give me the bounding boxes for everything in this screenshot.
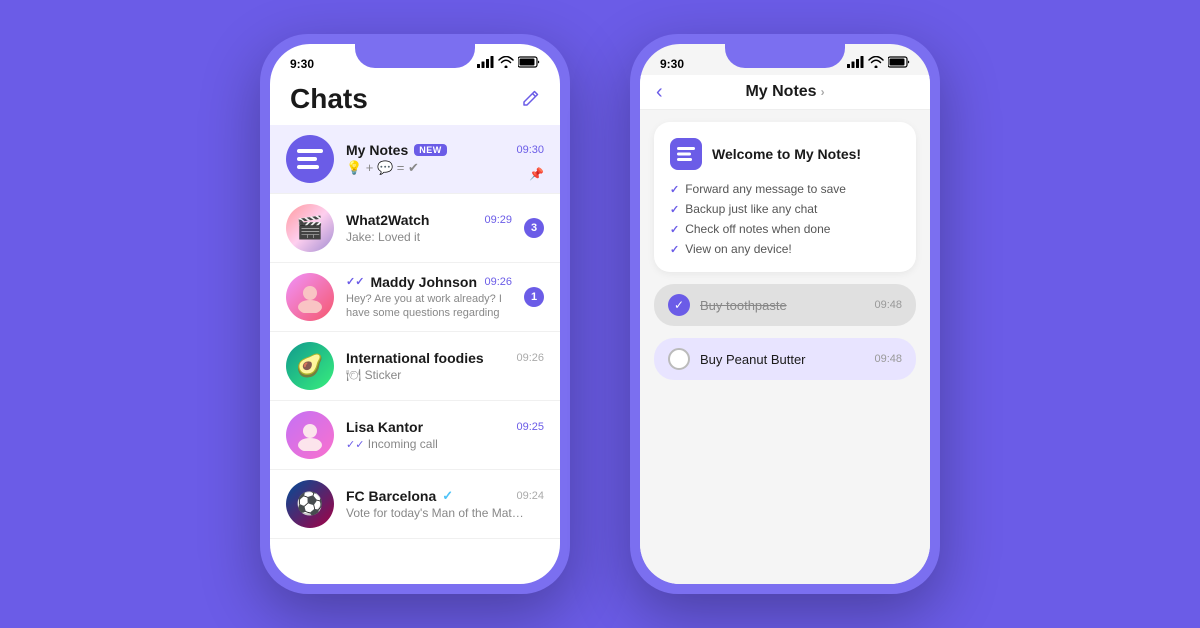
check-icon: ✓ [670,203,679,216]
todo-time: 09:48 [874,299,902,311]
chat-name: FC Barcelona ✓ [346,488,453,504]
time-notes: 9:30 [660,57,684,71]
chats-header: Chats [270,75,560,125]
welcome-header: Welcome to My Notes! [670,138,900,170]
chat-name: Lisa Kantor [346,419,423,435]
chat-content: My Notes NEW 09:30 💡 + 💬 = ✔ [346,142,544,176]
check-icon: ✓ [670,183,679,196]
chat-content: International foodies 09:26 🍽 Sticker [346,350,544,382]
chat-time: 09:26 [484,276,512,288]
status-icons-chats [477,56,540,71]
unread-badge: 1 [524,287,544,307]
list-item[interactable]: 🎬 What2Watch 09:29 Jake: Loved it 3 [270,194,560,263]
battery-icon [888,56,910,71]
notes-icon [670,138,702,170]
avatar: 🥑 [286,342,334,390]
chat-list: My Notes NEW 09:30 💡 + 💬 = ✔ 📌 🎬 What2Wa… [270,125,560,584]
chat-preview: Vote for today's Man of the Match 🏆 [346,506,526,520]
chat-name: My Notes NEW [346,142,447,158]
notes-content: Welcome to My Notes! ✓Forward any messag… [640,110,930,584]
chat-preview: 💡 + 💬 = ✔ [346,160,526,176]
battery-icon [518,56,540,71]
back-button[interactable]: ‹ [656,81,663,104]
chat-content: Lisa Kantor 09:25 ✓✓ Incoming call [346,419,544,451]
chat-content: FC Barcelona ✓ 09:24 Vote for today's Ma… [346,488,544,520]
avatar [286,273,334,321]
unread-badge: 3 [524,218,544,238]
chat-content: What2Watch 09:29 Jake: Loved it [346,212,512,244]
chat-preview: ✓✓ Incoming call [346,437,526,451]
welcome-card: Welcome to My Notes! ✓Forward any messag… [654,122,916,272]
check-icon: ✓ [670,243,679,256]
new-badge: NEW [414,144,447,156]
chat-preview: Jake: Loved it [346,230,512,244]
list-item[interactable]: Lisa Kantor 09:25 ✓✓ Incoming call [270,401,560,470]
phone-chats: 9:30 Chats [260,34,570,594]
todo-checkbox-checked[interactable]: ✓ [668,294,690,316]
list-item[interactable]: ✓✓ Maddy Johnson 09:26 Hey? Are you at w… [270,263,560,332]
avatar [286,135,334,183]
notch [725,44,845,68]
chat-time: 09:30 [516,144,544,156]
wifi-icon [498,56,514,71]
list-item[interactable]: My Notes NEW 09:30 💡 + 💬 = ✔ 📌 [270,125,560,194]
todo-text: Buy toothpaste [700,298,864,313]
avatar: ⚽ [286,480,334,528]
todo-item-done[interactable]: ✓ Buy toothpaste 09:48 [654,284,916,326]
todo-checkbox-unchecked[interactable] [668,348,690,370]
chat-preview: 🍽 Sticker [346,368,526,382]
chevron-right-icon: › [821,85,825,99]
notes-nav-title: My Notes › [745,83,824,101]
phone-notes: 9:30 ‹ My Notes › [630,34,940,594]
list-item: ✓Backup just like any chat [670,202,900,216]
chat-name: What2Watch [346,212,429,228]
time-chats: 9:30 [290,57,314,71]
chat-name: International foodies [346,350,484,366]
notch [355,44,475,68]
chats-title: Chats [290,83,368,115]
chat-time: 09:24 [516,490,544,502]
chat-preview: Hey? Are you at work already? I have som… [346,292,512,321]
welcome-list: ✓Forward any message to save ✓Backup jus… [670,182,900,256]
todo-text: Buy Peanut Butter [700,352,864,367]
chat-time: 09:26 [516,352,544,364]
status-icons-notes [847,56,910,71]
chat-time: 09:29 [484,214,512,226]
notes-nav: ‹ My Notes › [640,75,930,110]
chat-content: ✓✓ Maddy Johnson 09:26 Hey? Are you at w… [346,274,512,321]
list-item: ✓View on any device! [670,242,900,256]
chat-time: 09:25 [516,421,544,433]
signal-icon [477,56,494,71]
avatar [286,411,334,459]
pin-icon: 📌 [529,167,544,181]
list-item: ✓Check off notes when done [670,222,900,236]
list-item: ✓Forward any message to save [670,182,900,196]
avatar: 🎬 [286,204,334,252]
list-item[interactable]: ⚽ FC Barcelona ✓ 09:24 Vote for today's … [270,470,560,539]
todo-item[interactable]: Buy Peanut Butter 09:48 [654,338,916,380]
todo-time: 09:48 [874,353,902,365]
verified-icon: ✓ [442,488,453,504]
wifi-icon [868,56,884,71]
signal-icon [847,56,864,71]
check-icon: ✓ [670,223,679,236]
welcome-title: Welcome to My Notes! [712,146,861,162]
compose-icon[interactable] [520,89,540,115]
chat-name: ✓✓ Maddy Johnson [346,274,477,290]
list-item[interactable]: 🥑 International foodies 09:26 🍽 Sticker [270,332,560,401]
